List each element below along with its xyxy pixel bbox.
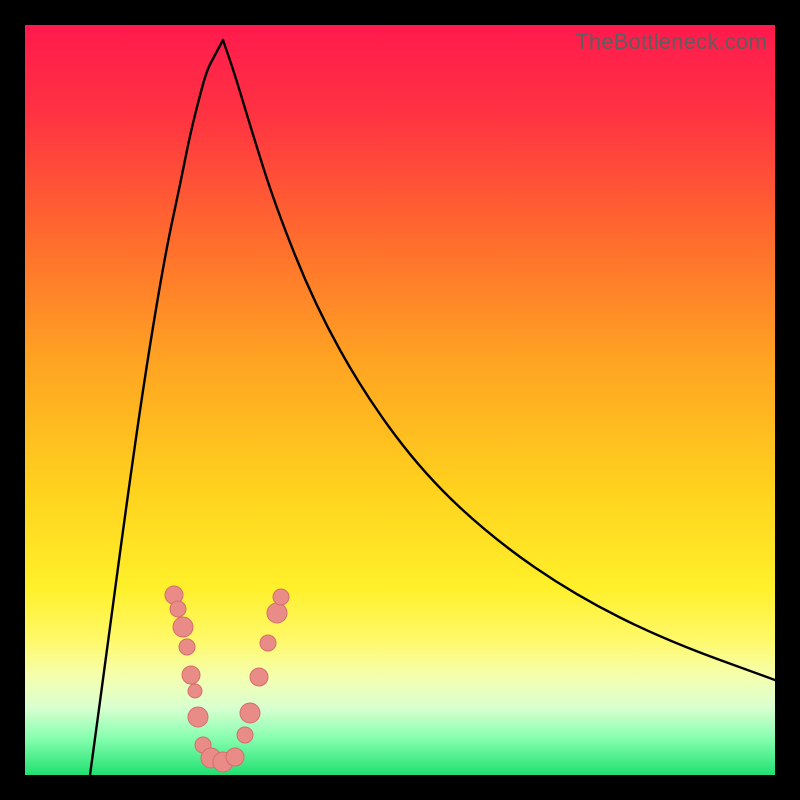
curve-marker	[226, 748, 244, 766]
curve-layer	[25, 25, 775, 775]
curve-marker	[237, 727, 253, 743]
curve-marker	[260, 635, 276, 651]
marker-group	[165, 586, 289, 772]
right-branch-curve	[223, 40, 775, 680]
curve-marker	[173, 617, 193, 637]
plot-frame: TheBottleneck.com	[25, 25, 775, 775]
curve-marker	[170, 601, 186, 617]
curve-marker	[179, 639, 195, 655]
curve-marker	[182, 666, 200, 684]
curve-marker	[240, 703, 260, 723]
left-branch-curve	[90, 40, 223, 775]
curve-marker	[250, 668, 268, 686]
curve-marker	[188, 684, 202, 698]
curve-marker	[273, 589, 289, 605]
curve-marker	[267, 603, 287, 623]
curve-marker	[188, 707, 208, 727]
